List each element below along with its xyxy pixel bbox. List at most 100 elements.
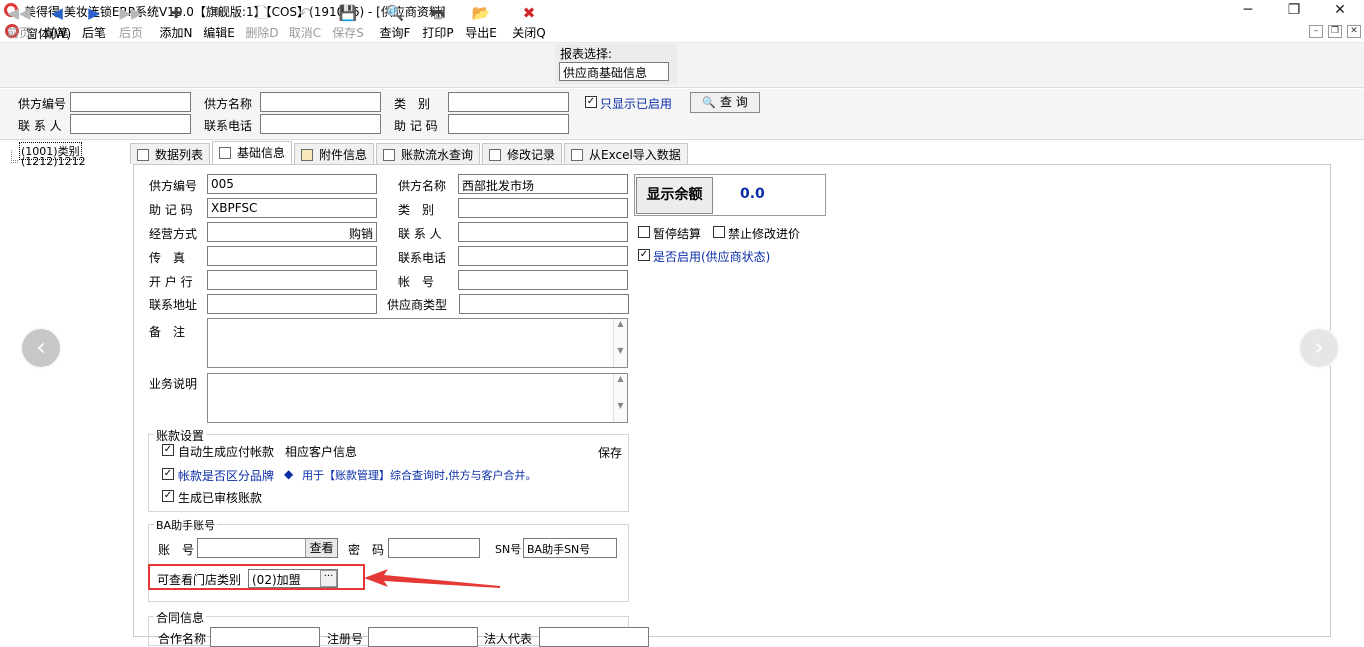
search-query-button[interactable]: 🔍 查 询: [690, 92, 760, 113]
search-supplier-name-input[interactable]: [260, 92, 381, 112]
ba-account-title: BA助手账号: [154, 517, 218, 533]
tab-data-list[interactable]: 数据列表: [130, 143, 210, 164]
show-balance-button[interactable]: 显示余额: [636, 177, 713, 214]
add-button[interactable]: ✚ 添加N: [159, 4, 193, 44]
phone-field[interactable]: [458, 246, 628, 266]
contract-legal-field[interactable]: [539, 627, 649, 647]
undo-icon: ↶: [298, 4, 312, 22]
auto-payable-checkbox[interactable]: ✓: [162, 444, 174, 456]
chevron-right-icon: ›: [1314, 333, 1324, 361]
search-supplier-code-input[interactable]: [70, 92, 191, 112]
bank-field[interactable]: [207, 270, 377, 290]
tab-attachments[interactable]: 附件信息: [294, 143, 374, 164]
first-page-icon: ◀◀: [7, 4, 31, 22]
document-icon: [219, 147, 231, 159]
enabled-label: 是否启用(供应商状态): [653, 250, 771, 264]
account-save-button[interactable]: 保存: [598, 444, 622, 461]
business-desc-label: 业务说明: [149, 377, 198, 391]
ba-sn-field[interactable]: BA助手SN号: [523, 538, 617, 558]
close-form-button[interactable]: ✖ 关闭Q: [512, 4, 546, 44]
business-desc-textarea[interactable]: ▲ ▼: [207, 373, 628, 423]
address-field[interactable]: [207, 294, 377, 314]
last-page-button[interactable]: ▶▶ 后页: [116, 4, 146, 44]
log-icon: [489, 149, 501, 161]
contract-name-field[interactable]: [210, 627, 320, 647]
report-select-box[interactable]: 供应商基础信息: [559, 62, 669, 81]
mdi-restore-button[interactable]: ❐: [1328, 25, 1342, 38]
magnifier-icon: 🔍: [385, 4, 405, 22]
edit-button[interactable]: ✎ 编辑E: [202, 4, 236, 44]
tab-account-flow[interactable]: 账款流水查询: [376, 143, 480, 164]
query-toolbar-button[interactable]: 🔍 查询F: [378, 4, 412, 44]
prev-record-button[interactable]: ◀ 前笔: [42, 4, 72, 44]
ba-account-label: 账 号: [158, 543, 195, 557]
fax-label: 传 真: [149, 251, 186, 265]
cancel-button[interactable]: ↶ 取消C: [288, 4, 322, 44]
export-button[interactable]: 📂 导出E: [464, 4, 498, 44]
generate-audited-label: 生成已审核账款: [178, 491, 263, 505]
fax-field[interactable]: [207, 246, 377, 266]
minimize-button[interactable]: ─: [1225, 0, 1271, 22]
list-icon: [137, 149, 149, 161]
forbid-price-edit-label: 禁止修改进价: [728, 227, 801, 241]
pause-settle-checkbox[interactable]: [638, 226, 650, 238]
category-field[interactable]: [458, 198, 628, 218]
tab-excel-import[interactable]: 从Excel导入数据: [564, 143, 688, 164]
ba-view-button[interactable]: 查看: [305, 539, 337, 557]
distinguish-brand-checkbox[interactable]: ✓: [162, 468, 174, 480]
mdi-minimize-button[interactable]: –: [1309, 25, 1323, 38]
account-no-field[interactable]: [458, 270, 628, 290]
tab-basic-info[interactable]: 基础信息: [212, 141, 292, 164]
contract-reg-label: 注册号: [327, 632, 364, 646]
next-record-button[interactable]: ▶ 后笔: [79, 4, 109, 44]
ba-password-field[interactable]: [388, 538, 480, 558]
search-phone-input[interactable]: [260, 114, 381, 134]
delete-button[interactable]: 🗋 删除D: [245, 4, 279, 44]
toolbar: [0, 42, 1364, 88]
supplier-code-label: 供方编号: [149, 179, 198, 193]
account-settings-title: 账款设置: [154, 427, 207, 444]
business-desc-scrollbar[interactable]: ▲ ▼: [613, 374, 627, 422]
save-button[interactable]: 💾 保存S: [331, 4, 365, 44]
prev-arrow-icon: ◀: [51, 4, 63, 22]
generate-audited-checkbox[interactable]: ✓: [162, 490, 174, 502]
print-button[interactable]: 🖶 打印P: [421, 4, 455, 44]
search-contact-input[interactable]: [70, 114, 191, 134]
mdi-close-button[interactable]: ✕: [1347, 25, 1361, 38]
search-category-label: 类 别: [394, 97, 431, 111]
search-supplier-code-label: 供方编号: [18, 97, 67, 111]
remark-textarea[interactable]: ▲ ▼: [207, 318, 628, 368]
supplier-code-field[interactable]: 005: [207, 174, 377, 194]
edit-icon: ✎: [212, 4, 226, 22]
mnemonic-field[interactable]: XBPFSC: [207, 198, 377, 218]
phone-label: 联系电话: [398, 251, 447, 265]
enabled-checkbox[interactable]: ✓: [638, 249, 650, 261]
ba-sn-label: SN号: [495, 543, 522, 556]
restore-button[interactable]: ❐: [1271, 0, 1317, 22]
search-mnemonic-input[interactable]: [448, 114, 569, 134]
close-button[interactable]: ✕: [1317, 0, 1363, 22]
bank-label: 开 户 行: [149, 275, 193, 289]
forbid-price-edit-checkbox[interactable]: [713, 226, 725, 238]
tab-change-log[interactable]: 修改记录: [482, 143, 562, 164]
supplier-name-field[interactable]: 西部批发市场: [458, 174, 628, 194]
ba-account-group: [148, 524, 629, 602]
first-page-button[interactable]: ◀◀ 前页: [4, 4, 34, 44]
prev-page-nav-button[interactable]: ‹: [20, 327, 62, 369]
supplier-type-field[interactable]: [459, 294, 629, 314]
business-mode-field[interactable]: 购销: [207, 222, 377, 242]
delete-icon: 🗋: [255, 4, 269, 22]
next-page-nav-button[interactable]: ›: [1298, 327, 1340, 369]
search-category-input[interactable]: [448, 92, 569, 112]
supplier-name-label: 供方名称: [398, 179, 447, 193]
only-enabled-checkbox[interactable]: ✓: [585, 96, 597, 108]
category-label: 类 别: [398, 203, 435, 217]
remark-scrollbar[interactable]: ▲ ▼: [613, 319, 627, 367]
mnemonic-label: 助 记 码: [149, 203, 193, 217]
search-mnemonic-label: 助 记 码: [394, 119, 438, 133]
contract-reg-field[interactable]: [368, 627, 478, 647]
tree-node-1212[interactable]: (1212)1212: [21, 155, 86, 168]
account-note: 用于【账款管理】综合查询时,供方与客户合并。: [302, 469, 537, 482]
related-customer-link[interactable]: 相应客户信息: [285, 443, 357, 460]
contact-field[interactable]: [458, 222, 628, 242]
